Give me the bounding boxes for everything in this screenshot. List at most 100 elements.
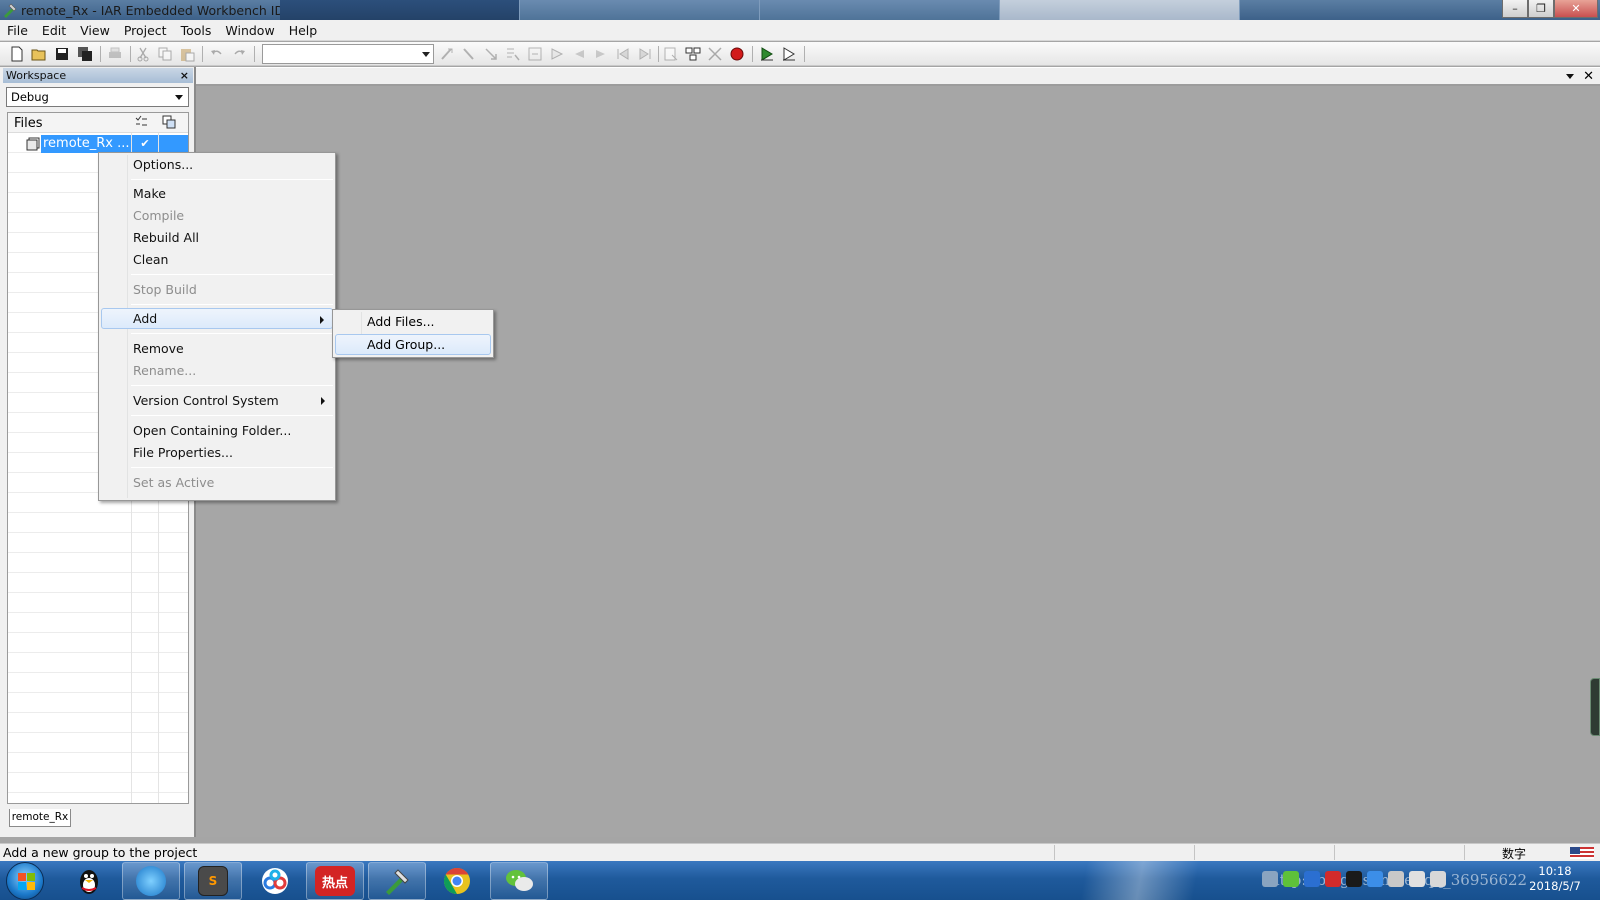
make-icon[interactable] xyxy=(684,45,702,63)
menu-tools[interactable]: Tools xyxy=(174,20,219,40)
qq-tray-icon[interactable] xyxy=(1346,871,1362,887)
ghost-tab xyxy=(760,0,1000,20)
menu-item-file-properties[interactable]: File Properties... xyxy=(101,442,333,463)
menu-view[interactable]: View xyxy=(73,20,117,40)
open-folder-icon[interactable] xyxy=(30,45,48,63)
redo-icon[interactable] xyxy=(230,45,248,63)
selected-row-cell xyxy=(159,135,188,153)
step-forward-icon[interactable] xyxy=(636,45,654,63)
copy-icon[interactable] xyxy=(156,45,174,63)
chevron-down-icon[interactable] xyxy=(175,95,183,100)
project-name[interactable]: remote_Rx ... xyxy=(41,135,131,153)
workspace-tab-remote-rx[interactable]: remote_Rx xyxy=(9,809,71,827)
goto-bookmark-icon[interactable] xyxy=(460,45,478,63)
stop-build-icon[interactable] xyxy=(706,45,724,63)
navigate-back-icon[interactable] xyxy=(570,45,588,63)
navigate-icon[interactable] xyxy=(548,45,566,63)
save-icon[interactable] xyxy=(53,45,71,63)
status-cell xyxy=(1334,845,1464,860)
menu-item-add-files[interactable]: Add Files... xyxy=(335,311,491,332)
keyboard-icon[interactable] xyxy=(1262,871,1278,887)
menu-item-clean[interactable]: Clean xyxy=(101,249,333,270)
wechat-tray-icon[interactable] xyxy=(1283,871,1299,887)
system-clock[interactable]: 10:18 2018/5/7 xyxy=(1515,864,1595,894)
paste-icon[interactable] xyxy=(178,45,196,63)
editor-area: ✕ xyxy=(196,67,1600,837)
taskbar-chrome[interactable] xyxy=(428,862,486,900)
files-column-header[interactable]: Files xyxy=(14,116,43,131)
step-back-icon[interactable] xyxy=(614,45,632,63)
menu-item-set-as-active: Set as Active xyxy=(133,475,215,490)
save-all-icon[interactable] xyxy=(76,45,94,63)
side-dock-handle[interactable] xyxy=(1590,678,1600,736)
taskbar-baidu-netdisk[interactable] xyxy=(246,862,304,900)
main-toolbar xyxy=(0,42,1600,66)
debug-without-download-icon[interactable] xyxy=(780,45,798,63)
toggle-bookmark-icon[interactable] xyxy=(438,45,456,63)
window-list-chevron-icon[interactable] xyxy=(1566,74,1574,79)
taskbar-hot-news[interactable]: 热点 xyxy=(306,862,364,900)
network-tray-icon[interactable] xyxy=(1367,871,1383,887)
workspace-title: Workspace xyxy=(6,69,67,82)
checkmark-icon: ✔ xyxy=(132,135,158,153)
menu-window[interactable]: Window xyxy=(218,20,281,40)
menu-item-version-control-system[interactable]: Version Control System xyxy=(101,390,333,411)
find-combo[interactable] xyxy=(262,44,434,64)
restore-button[interactable]: ❐ xyxy=(1528,0,1554,18)
adobe-icon[interactable] xyxy=(1325,871,1341,887)
menu-item-make[interactable]: Make xyxy=(101,183,333,204)
toolbar-separator xyxy=(752,46,753,62)
clock-time: 10:18 xyxy=(1538,864,1572,878)
menu-project[interactable]: Project xyxy=(117,20,174,40)
close-button[interactable]: ✕ xyxy=(1554,0,1598,18)
us-flag-icon[interactable] xyxy=(1570,847,1594,859)
iar-app-icon xyxy=(386,869,409,895)
usb-device-icon[interactable] xyxy=(1388,871,1404,887)
build-configuration-select[interactable]: Debug xyxy=(6,87,189,107)
close-icon[interactable]: × xyxy=(180,68,189,83)
menu-item-add-group[interactable]: Add Group... xyxy=(335,334,491,355)
menu-help[interactable]: Help xyxy=(282,20,325,40)
menu-item-rebuild-all[interactable]: Rebuild All xyxy=(101,227,333,248)
minimize-button[interactable]: – xyxy=(1502,0,1528,18)
taskbar-wechat[interactable] xyxy=(490,862,548,900)
compile-icon[interactable] xyxy=(662,45,680,63)
navigate-forward-icon[interactable] xyxy=(592,45,610,63)
browser-icon xyxy=(136,866,166,896)
menu-item-add[interactable]: Add xyxy=(101,308,333,329)
volume-icon[interactable] xyxy=(1430,871,1446,887)
security-shield-icon[interactable] xyxy=(1304,871,1320,887)
taskbar-iar-workbench[interactable] xyxy=(368,862,426,900)
start-button[interactable] xyxy=(6,862,44,900)
find-in-files-icon[interactable] xyxy=(504,45,522,63)
display-icon[interactable] xyxy=(1409,871,1425,887)
menu-file[interactable]: File xyxy=(0,20,35,40)
status-cell xyxy=(1194,845,1334,860)
project-tree-item[interactable]: remote_Rx ... ✔ xyxy=(8,135,188,153)
taskbar-browser[interactable] xyxy=(122,862,180,900)
download-and-debug-icon[interactable] xyxy=(758,45,776,63)
window-title: remote_Rx - IAR Embedded Workbench IDE xyxy=(21,3,293,18)
cut-icon[interactable] xyxy=(134,45,152,63)
breakpoint-icon[interactable] xyxy=(728,45,746,63)
add-submenu: Add Files... Add Group... xyxy=(332,309,494,358)
menu-item-remove[interactable]: Remove xyxy=(101,338,333,359)
tree-header: Files xyxy=(8,113,188,133)
menu-item-options[interactable]: Options... xyxy=(101,154,333,175)
taskbar-sublime[interactable]: S xyxy=(184,862,242,900)
print-icon[interactable] xyxy=(106,45,124,63)
taskbar-qq[interactable] xyxy=(60,862,118,900)
close-icon[interactable]: ✕ xyxy=(1583,69,1594,84)
build-status-column-icon[interactable] xyxy=(134,115,148,129)
undo-icon[interactable] xyxy=(208,45,226,63)
new-file-icon[interactable] xyxy=(8,45,26,63)
chevron-down-icon[interactable] xyxy=(422,52,430,57)
toolbar-separator xyxy=(254,46,255,62)
menu-edit[interactable]: Edit xyxy=(35,20,73,40)
menu-bar: File Edit View Project Tools Window Help xyxy=(0,20,1600,41)
menu-item-open-containing-folder[interactable]: Open Containing Folder... xyxy=(101,420,333,441)
go-to-line-icon[interactable] xyxy=(526,45,544,63)
menu-item-rename: Rename... xyxy=(133,363,197,378)
next-bookmark-icon[interactable] xyxy=(482,45,500,63)
source-control-column-icon[interactable] xyxy=(162,115,176,129)
